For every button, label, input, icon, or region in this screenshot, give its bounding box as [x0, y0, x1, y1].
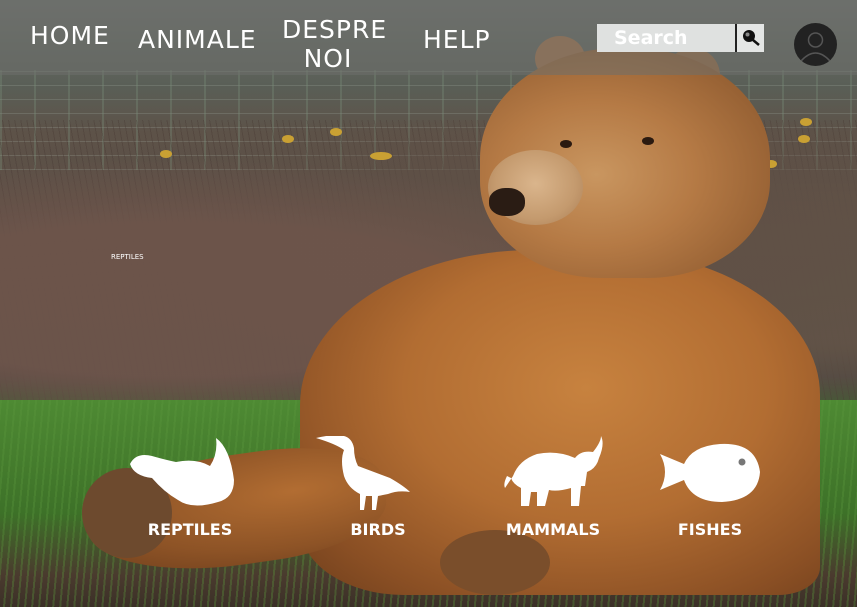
heron-icon	[316, 436, 410, 510]
category-mammals[interactable]: MAMMALS	[483, 436, 623, 546]
nav-animale-link[interactable]: ANIMALE	[138, 25, 257, 54]
category-reptiles-label: REPTILES	[147, 520, 233, 539]
category-birds-label: BIRDS	[350, 520, 406, 539]
nav-despre-noi-link[interactable]: DESPRE NOI	[282, 15, 386, 73]
top-navigation-bar: HOME ANIMALE DESPRE NOI HELP	[0, 0, 857, 75]
category-birds[interactable]: BIRDS	[308, 436, 448, 546]
nav-despre-line1: DESPRE	[282, 15, 388, 44]
search-button[interactable]	[735, 24, 764, 52]
nav-home-link[interactable]: HOME	[30, 21, 110, 50]
elephant-icon	[504, 436, 603, 506]
user-avatar-icon	[800, 32, 831, 62]
nav-help-link[interactable]: HELP	[423, 25, 491, 54]
search-input[interactable]	[597, 24, 735, 52]
hero-small-label: REPTILES	[111, 253, 144, 261]
search-icon	[743, 30, 760, 46]
category-mammals-label: MAMMALS	[505, 520, 601, 539]
category-fishes[interactable]: FISHES	[640, 436, 780, 546]
nav-despre-line2: NOI	[303, 44, 353, 73]
category-reptiles[interactable]: REPTILES	[120, 436, 260, 546]
category-fishes-label: FISHES	[677, 520, 743, 539]
platypus-icon	[130, 438, 234, 506]
fish-icon	[660, 443, 760, 502]
user-avatar-button[interactable]	[794, 23, 837, 66]
